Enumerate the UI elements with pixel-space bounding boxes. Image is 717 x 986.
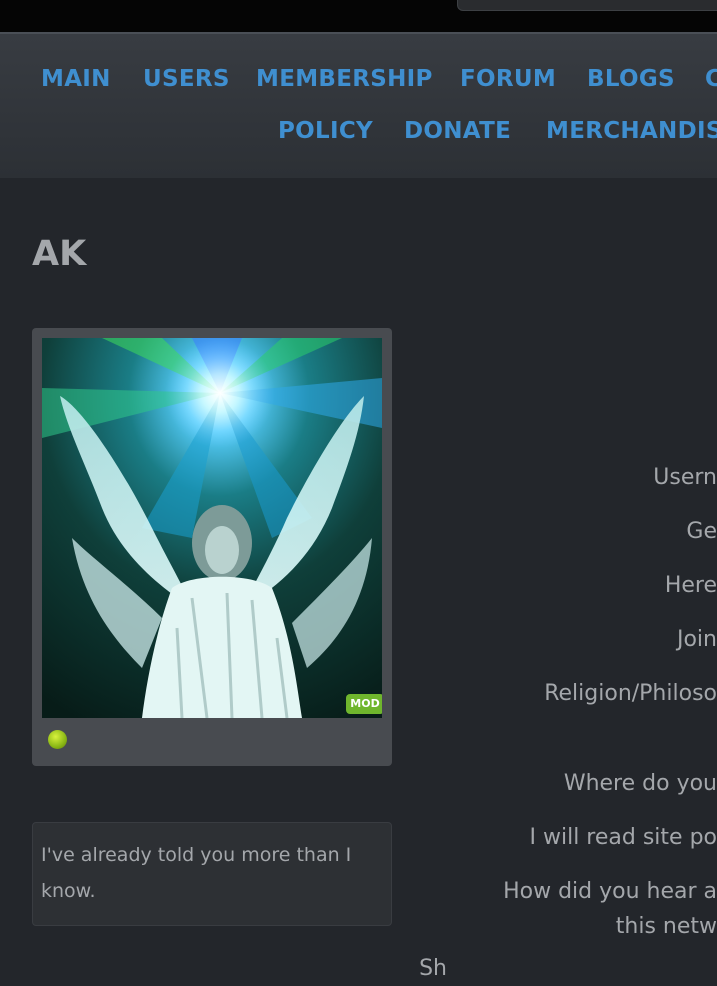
- avatar[interactable]: MOD: [42, 338, 382, 718]
- nav-merchandise[interactable]: MERCHANDIS: [546, 118, 717, 144]
- field-label-site-policy: I will read site po: [530, 820, 717, 855]
- top-bar: [0, 0, 717, 32]
- field-label-hear-about: How did you hear a: [503, 874, 717, 909]
- status-message: I've already told you more than I know.: [41, 837, 383, 909]
- nav-more[interactable]: C: [705, 66, 717, 92]
- nav-donate[interactable]: DONATE: [404, 118, 511, 144]
- nav-policy[interactable]: POLICY: [278, 118, 373, 144]
- field-label-gender: Ge: [686, 514, 717, 549]
- field-label-here: Here: [665, 568, 717, 603]
- top-search-box[interactable]: [457, 0, 717, 11]
- page-title: AK: [32, 234, 86, 274]
- field-label-network: this netw: [616, 909, 717, 944]
- angel-avatar-image: [42, 338, 382, 718]
- status-message-box: I've already told you more than I know.: [32, 822, 392, 926]
- nav-blogs[interactable]: BLOGS: [587, 66, 675, 92]
- field-label-join: Join: [677, 622, 717, 657]
- field-label-religion: Religion/Philoso: [544, 676, 717, 711]
- profile-card: MOD: [32, 328, 392, 766]
- online-status-icon: [48, 730, 67, 749]
- mod-badge: MOD: [346, 694, 382, 714]
- field-label-username: Usern: [653, 460, 717, 495]
- nav-main[interactable]: MAIN: [41, 66, 111, 92]
- field-label-where: Where do you: [564, 766, 717, 801]
- nav-forum[interactable]: FORUM: [460, 66, 556, 92]
- main-navigation: MAIN USERS MEMBERSHIP FORUM BLOGS C POLI…: [0, 32, 717, 178]
- nav-membership[interactable]: MEMBERSHIP: [256, 66, 433, 92]
- nav-users[interactable]: USERS: [143, 66, 230, 92]
